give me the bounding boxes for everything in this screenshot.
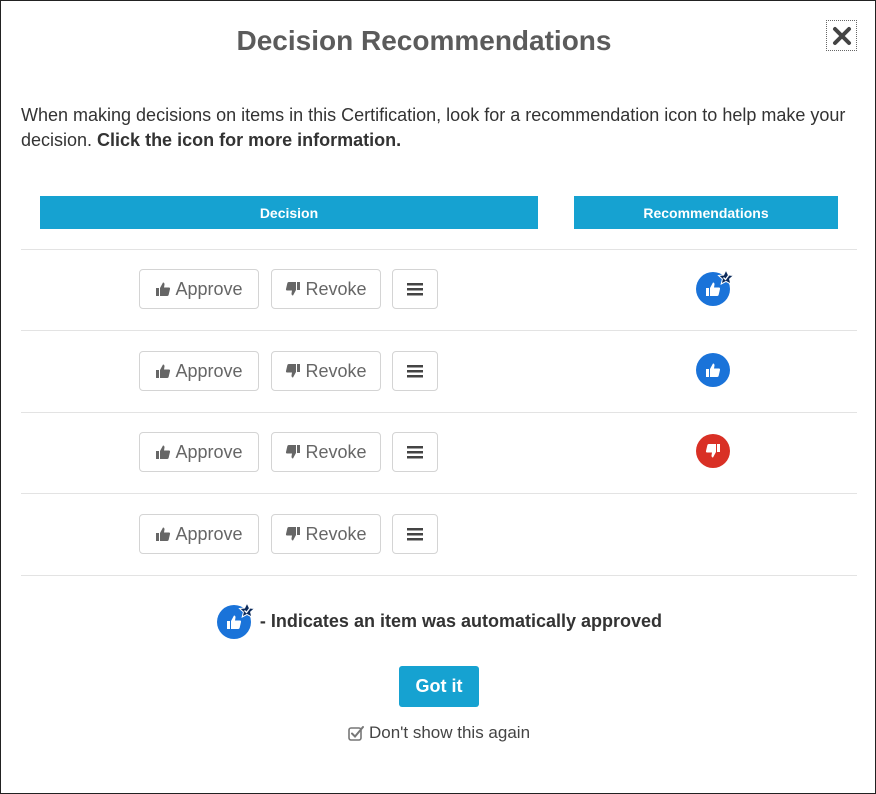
thumbs-down-icon [285,444,301,460]
thumbs-up-icon [155,281,171,297]
revoke-button[interactable]: Revoke [271,269,381,309]
row-divider [21,249,857,250]
thumbs-up-icon [155,444,171,460]
decision-column-header: Decision [40,196,538,229]
more-options-button[interactable] [392,351,438,391]
menu-icon [407,365,423,378]
revoke-button[interactable]: Revoke [271,351,381,391]
thumbs-down-icon [285,526,301,542]
approve-button[interactable]: Approve [139,432,259,472]
revoke-label: Revoke [305,523,367,544]
thumbs-up-icon [155,363,171,379]
approve-button[interactable]: Approve [139,269,259,309]
intro-text: When making decisions on items in this C… [21,105,846,150]
recommendations-column-header: Recommendations [574,196,838,229]
revoke-label: Revoke [305,441,367,462]
more-options-button[interactable] [392,269,438,309]
approve-label: Approve [175,441,243,462]
menu-icon [407,528,423,541]
thumbs-down-icon [285,363,301,379]
thumbs-down-icon [285,281,301,297]
revoke-button[interactable]: Revoke [271,432,381,472]
dialog-title: Decision Recommendations [236,25,612,56]
row-divider [21,412,857,413]
row-divider [21,575,857,576]
approve-label: Approve [175,523,243,544]
decision-recommendations-dialog: Decision Recommendations When making dec… [0,0,876,794]
revoke-label: Revoke [305,360,367,381]
row-divider [21,330,857,331]
approve-label: Approve [175,360,243,381]
menu-icon [407,283,423,296]
revoke-button[interactable]: Revoke [271,514,381,554]
revoke-label: Revoke [305,278,367,299]
approve-label: Approve [175,278,243,299]
approve-button[interactable]: Approve [139,351,259,391]
thumbs-up-icon [155,526,171,542]
menu-icon [407,446,423,459]
more-options-button[interactable] [392,514,438,554]
got-it-button[interactable]: Got it [399,666,479,707]
row-divider [21,493,857,494]
dont-show-label: Don't show this again [368,723,531,742]
auto-approved-icon [216,603,256,639]
auto-approved-recommendation-icon[interactable] [696,270,734,308]
thumbs-down-recommendation-icon[interactable] [696,434,730,468]
thumbs-up-recommendation-icon[interactable] [696,353,730,387]
approve-button[interactable]: Approve [139,514,259,554]
auto-approved-legend: - Indicates an item was automatically ap… [1,603,876,639]
checkbox-checked-icon[interactable] [348,725,364,741]
dont-show-again-option[interactable]: Don't show this again [1,723,876,743]
legend-text: - Indicates an item was automatically ap… [259,610,663,631]
more-options-button[interactable] [392,432,438,472]
